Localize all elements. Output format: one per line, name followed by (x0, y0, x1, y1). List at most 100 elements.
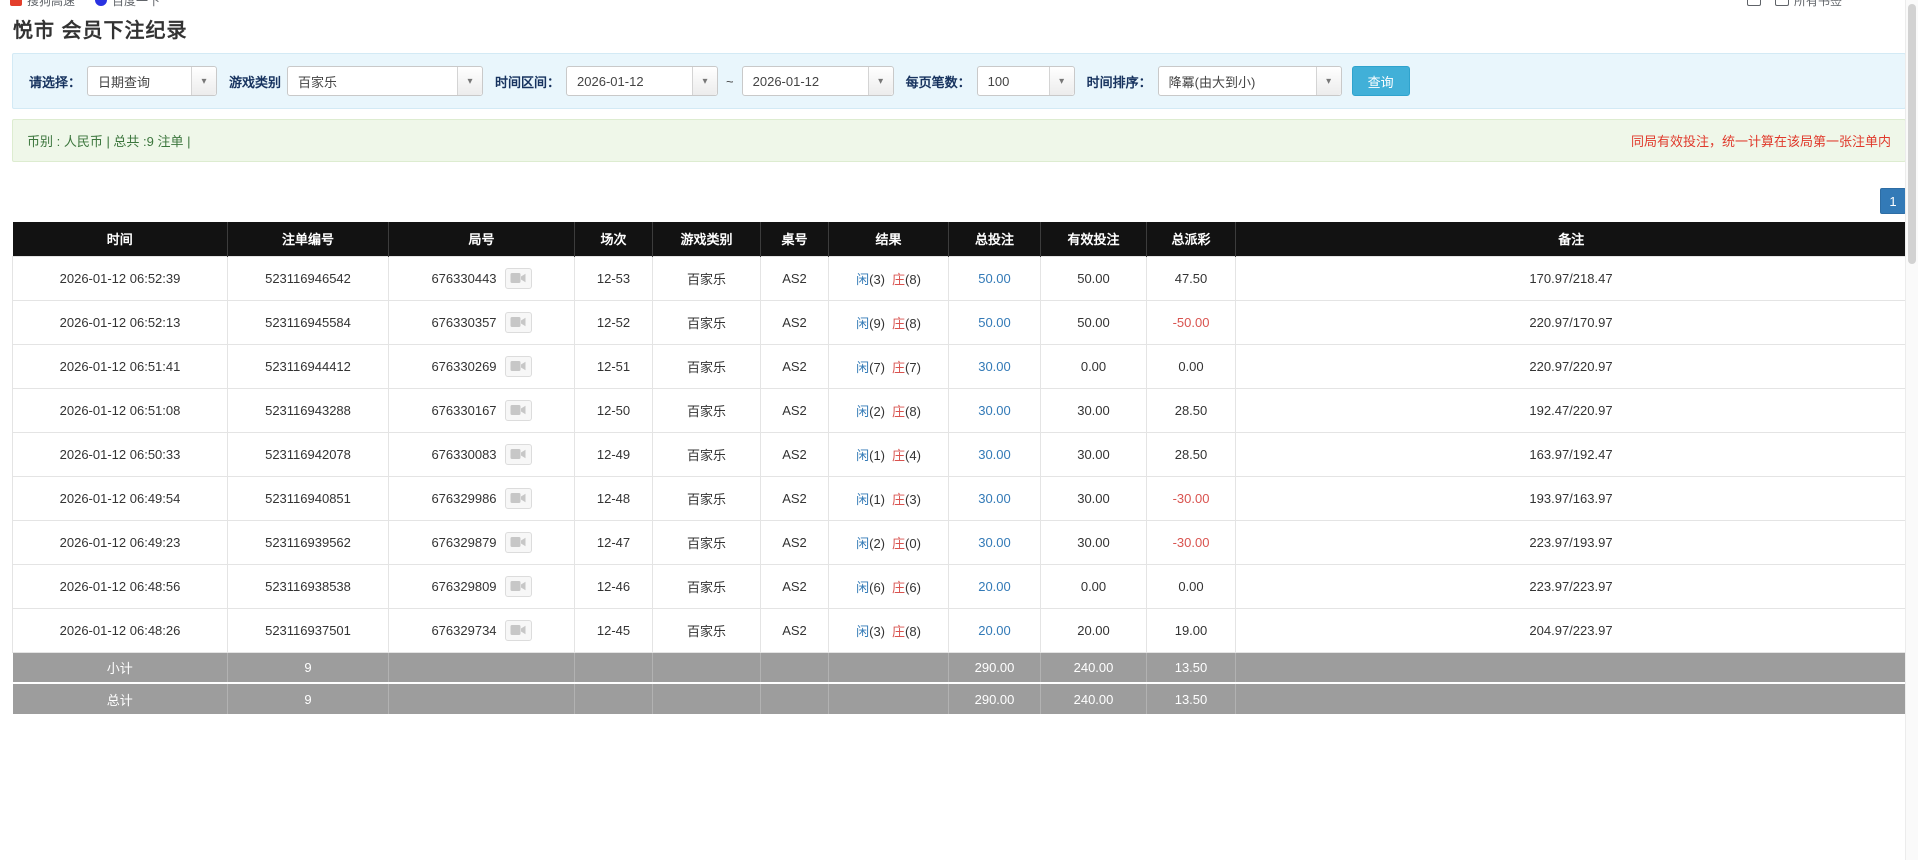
page-button-1[interactable]: 1 (1880, 188, 1906, 214)
cell-time: 2026-01-12 06:48:26 (12, 607, 228, 653)
cell-time: 2026-01-12 06:49:23 (12, 519, 228, 565)
total-bet-link[interactable]: 30.00 (978, 403, 1011, 418)
cell-session: 12-51 (574, 343, 653, 389)
subtotal-total-bet: 290.00 (948, 652, 1041, 683)
bookmarks-folder-icon (1774, 0, 1789, 6)
cell-note: 220.97/220.97 (1235, 343, 1907, 389)
result-banker-label: 庄 (892, 315, 906, 331)
payout-value: 28.50 (1174, 402, 1208, 418)
total-bet-link[interactable]: 50.00 (978, 315, 1011, 330)
cell-game-category: 百家乐 (652, 475, 761, 521)
replay-video-icon[interactable] (504, 399, 532, 421)
replay-video-icon[interactable] (504, 619, 532, 641)
cell-game-category: 百家乐 (652, 299, 761, 345)
total-bet-link[interactable]: 20.00 (978, 579, 1011, 594)
date-from-select[interactable]: 2026-01-12 ▾ (566, 66, 719, 96)
cell-round-no: 676330083 (388, 431, 575, 477)
all-bookmarks-button[interactable]: 所有书签 (1774, 0, 1842, 9)
round-number: 676330443 (431, 270, 497, 286)
cell-round-no: 676329986 (388, 475, 575, 521)
cell-bet-no: 523116938538 (227, 563, 389, 609)
pagination: 1 (12, 188, 1906, 214)
all-bookmarks-label: 所有书签 (1793, 0, 1842, 8)
result-banker-score: (0) (905, 535, 921, 551)
replay-video-icon[interactable] (504, 575, 532, 597)
total-bet-link[interactable]: 50.00 (978, 271, 1011, 286)
page-size-select[interactable]: 100 ▾ (976, 66, 1075, 96)
table-row: 2026-01-12 06:48:26 523116937501 6763297… (12, 607, 1907, 653)
result-player-score: (2) (869, 403, 885, 419)
col-header-valid-bet: 有效投注 (1040, 222, 1147, 256)
result-banker-score: (8) (905, 403, 921, 419)
result-player-label: 闲 (856, 315, 870, 331)
result-banker-score: (7) (905, 359, 921, 375)
cell-table-no: AS2 (760, 431, 829, 477)
result-banker-label: 庄 (892, 359, 906, 375)
replay-video-icon[interactable] (504, 531, 532, 553)
replay-video-icon[interactable] (504, 267, 532, 289)
cell-valid-bet: 50.00 (1040, 255, 1147, 301)
round-number: 676330269 (431, 358, 497, 374)
cell-table-no: AS2 (760, 343, 829, 389)
total-bet-link[interactable]: 20.00 (978, 623, 1011, 638)
payout-value: 28.50 (1174, 446, 1208, 462)
bookmark-label: 搜狗高速 (27, 0, 76, 8)
col-header-session: 场次 (574, 222, 653, 256)
cell-game-category: 百家乐 (652, 607, 761, 653)
total-bet-link[interactable]: 30.00 (978, 535, 1011, 550)
game-category-select[interactable]: 百家乐 ▾ (287, 66, 484, 96)
cell-result: 闲(2) 庄(8) (828, 387, 949, 433)
replay-video-icon[interactable] (504, 443, 532, 465)
scrollbar-thumb[interactable] (1908, 4, 1916, 264)
cell-session: 12-53 (574, 255, 653, 301)
query-type-value: 日期查询 (98, 74, 151, 90)
result-player-label: 闲 (856, 535, 870, 551)
result-player-label: 闲 (856, 403, 870, 419)
result-banker-score: (4) (905, 447, 921, 463)
cell-session: 12-50 (574, 387, 653, 433)
side-panel-icon[interactable] (1746, 0, 1761, 6)
cell-table-no: AS2 (760, 387, 829, 433)
replay-video-icon[interactable] (504, 355, 532, 377)
total-bet-link[interactable]: 30.00 (978, 491, 1011, 506)
total-count: 9 (227, 682, 389, 714)
replay-video-icon[interactable] (504, 487, 532, 509)
cell-bet-no: 523116937501 (227, 607, 389, 653)
bookmark-sogou[interactable]: 搜狗高速 (10, 0, 75, 9)
summary-left-text: 币别 : 人民币 | 总共 :9 注单 | (27, 134, 191, 149)
cell-session: 12-47 (574, 519, 653, 565)
query-button[interactable]: 查询 (1351, 66, 1410, 96)
cell-total-payout: 19.00 (1146, 607, 1236, 653)
time-sort-select[interactable]: 降冪(由大到小) ▾ (1157, 66, 1342, 96)
col-header-total-bet: 总投注 (948, 222, 1041, 256)
cell-note: 193.97/163.97 (1235, 475, 1907, 521)
cell-round-no: 676329879 (388, 519, 575, 565)
cell-round-no: 676330357 (388, 299, 575, 345)
summary-notice-text: 同局有效投注，统一计算在该局第一张注单内 (1630, 134, 1891, 149)
cell-total-bet: 30.00 (948, 343, 1041, 389)
cell-valid-bet: 30.00 (1040, 387, 1147, 433)
browser-scrollbar[interactable] (1905, 0, 1918, 860)
bookmark-baidu[interactable]: 百度一下 (95, 0, 160, 9)
cell-bet-no: 523116945584 (227, 299, 389, 345)
cell-valid-bet: 30.00 (1040, 519, 1147, 565)
subtotal-valid-bet: 240.00 (1040, 652, 1147, 683)
col-header-time: 时间 (12, 222, 228, 256)
cell-total-bet: 30.00 (948, 431, 1041, 477)
total-bet-link[interactable]: 30.00 (978, 447, 1011, 462)
query-type-select[interactable]: 日期查询 ▾ (87, 66, 218, 96)
page-size-value: 100 (987, 73, 1010, 89)
total-total-bet: 290.00 (948, 682, 1041, 714)
date-to-select[interactable]: 2026-01-12 ▾ (741, 66, 894, 96)
cell-valid-bet: 0.00 (1040, 563, 1147, 609)
result-player-score: (1) (869, 447, 885, 463)
round-number: 676330357 (431, 314, 497, 330)
result-player-label: 闲 (856, 447, 870, 463)
payout-value: -30.00 (1172, 490, 1210, 506)
total-bet-link[interactable]: 30.00 (978, 359, 1011, 374)
records-table: 时间 注单编号 局号 场次 游戏类别 桌号 结果 总投注 有效投注 总派彩 备注… (12, 222, 1907, 714)
result-banker-score: (8) (905, 315, 921, 331)
replay-video-icon[interactable] (504, 311, 532, 333)
cell-valid-bet: 30.00 (1040, 431, 1147, 477)
cell-note: 192.47/220.97 (1235, 387, 1907, 433)
